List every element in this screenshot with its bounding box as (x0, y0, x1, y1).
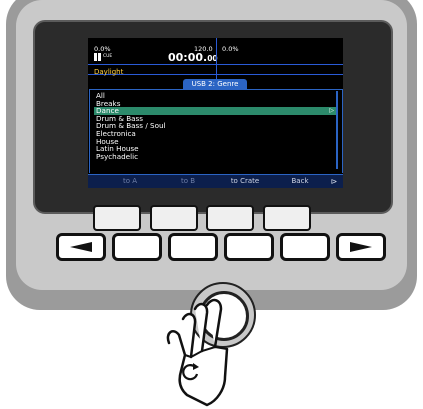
time-display: 00:00.00 (168, 51, 218, 64)
softkey-more-icon[interactable]: ⊳ (326, 175, 342, 188)
chevron-right-icon: ▷ (329, 107, 334, 115)
right-arrow-icon (350, 242, 372, 252)
softkey-button-4[interactable] (280, 233, 330, 261)
softkey-button-1[interactable] (112, 233, 162, 261)
cue-label: CUE (103, 54, 113, 59)
softkey-to-a[interactable]: to A (110, 175, 150, 188)
list-scrollbar[interactable] (336, 91, 338, 169)
softkey-button-2[interactable] (168, 233, 218, 261)
softkey-bar: to A to B to Crate Back ⊳ (88, 174, 343, 188)
waveform-top-line (88, 64, 343, 65)
softkey-back[interactable]: Back (280, 175, 320, 188)
left-arrow-button[interactable] (56, 233, 106, 261)
upper-key-1[interactable] (93, 205, 141, 231)
play-pause-icon (94, 53, 103, 61)
upper-key-2[interactable] (150, 205, 198, 231)
softkey-to-b[interactable]: to B (168, 175, 208, 188)
browser-list: All Breaks Dance ▷ Drum & Bass Drum & Ba… (89, 89, 343, 173)
left-percent: 0.0% (94, 45, 111, 53)
list-item[interactable]: Electronica (96, 130, 336, 138)
right-percent: 0.0% (222, 45, 239, 53)
softkey-to-crate[interactable]: to Crate (220, 175, 270, 188)
upper-key-4[interactable] (263, 205, 311, 231)
waveform-bottom-line (88, 74, 343, 75)
upper-key-3[interactable] (206, 205, 254, 231)
rotate-icon (182, 363, 199, 381)
list-item[interactable]: Breaks (96, 99, 336, 108)
track-name: Daylight (94, 68, 124, 76)
right-arrow-button[interactable] (336, 233, 386, 261)
list-item[interactable]: All (96, 92, 336, 100)
hand-icon (166, 298, 229, 407)
list-item[interactable]: Psychadelic (96, 153, 336, 161)
left-arrow-icon (70, 242, 92, 252)
softkey-button-3[interactable] (224, 233, 274, 261)
display-screen: 0.0% 120.0 0.0% CUE 00:00.00 Daylight US… (88, 38, 343, 188)
playhead-line (216, 38, 217, 85)
